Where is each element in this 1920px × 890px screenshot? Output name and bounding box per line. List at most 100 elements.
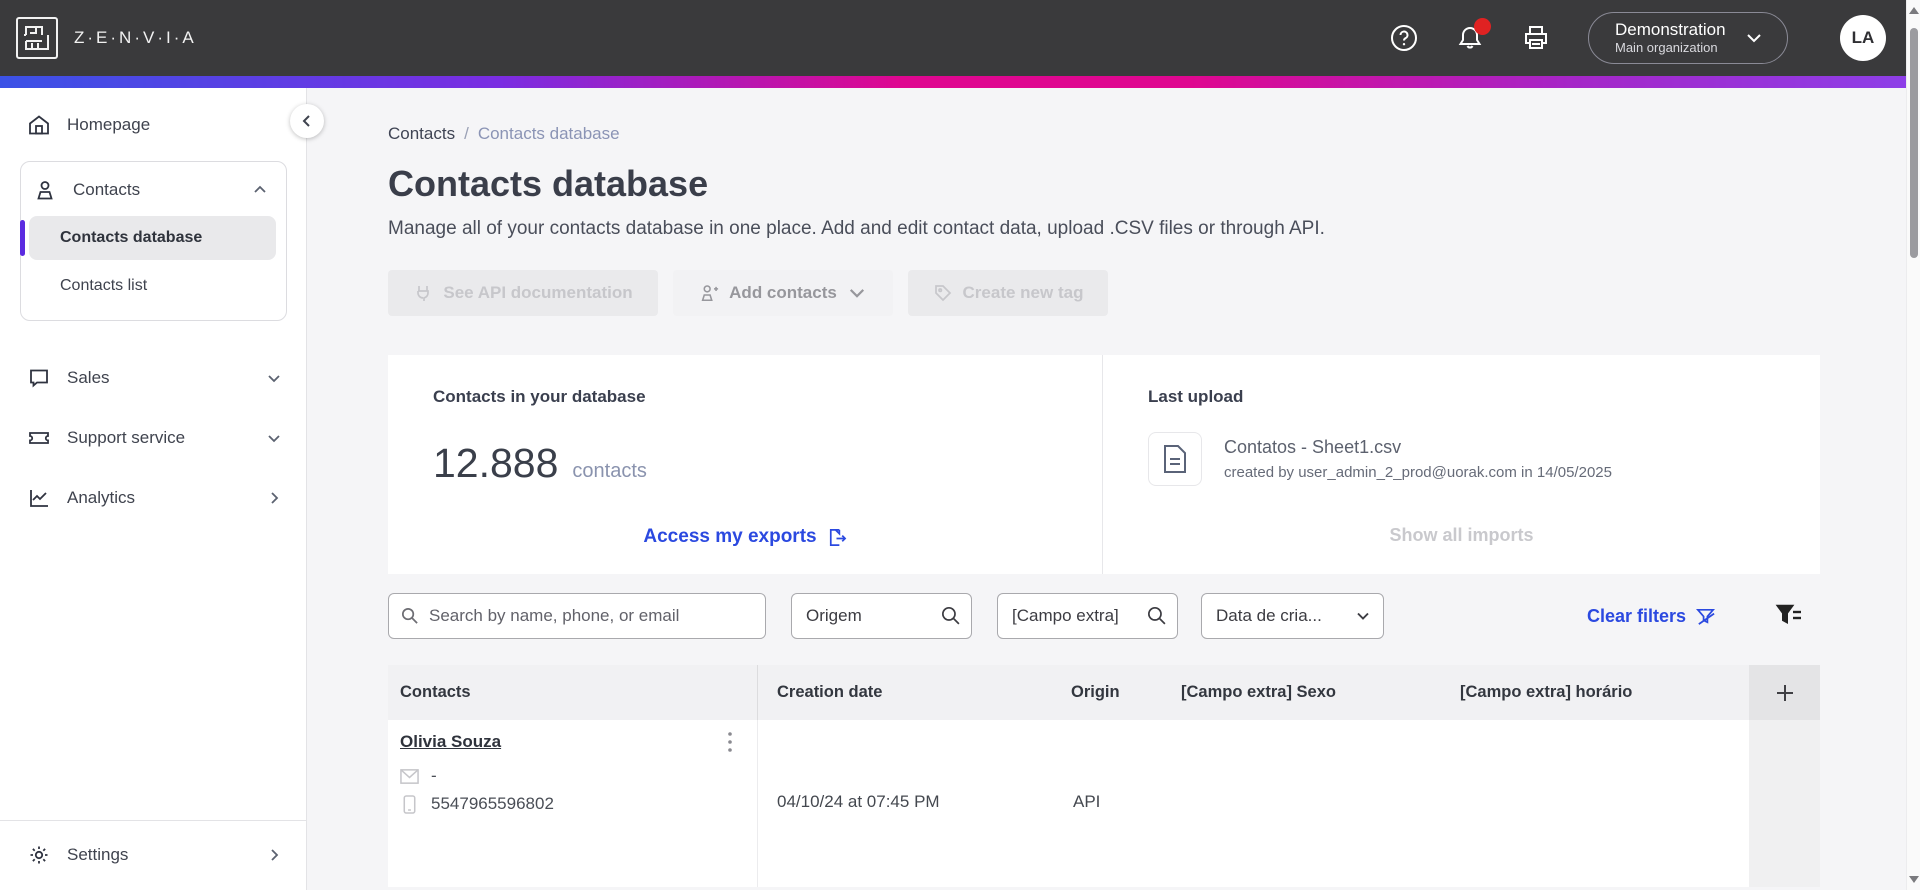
gear-icon — [30, 846, 48, 864]
sidebar-item-label: Sales — [67, 368, 110, 387]
analytics-icon — [30, 490, 48, 507]
sidebar-item-label: Contacts list — [60, 277, 148, 294]
zenvia-logo-icon — [16, 17, 58, 59]
chevron-down-icon — [849, 289, 864, 298]
breadcrumb-contacts-database[interactable]: Contacts database — [478, 124, 620, 144]
avatar[interactable]: LA — [1840, 15, 1886, 61]
sidebar-item-analytics[interactable]: Analytics — [0, 475, 306, 521]
plug-icon — [417, 286, 430, 301]
export-icon — [829, 528, 846, 546]
sidebar-item-contacts-database[interactable]: Contacts database — [20, 216, 276, 260]
row-menu-icon[interactable] — [721, 730, 739, 754]
sidebar-item-contacts[interactable]: Contacts — [21, 168, 286, 212]
brand-gradient-bar — [0, 76, 1920, 88]
sidebar-item-label: Contacts database — [60, 229, 203, 246]
user-plus-icon — [701, 285, 719, 302]
column-header-contacts: Contacts — [388, 665, 758, 720]
sidebar-item-support-service[interactable]: Support service — [0, 415, 306, 461]
search-icon — [941, 606, 960, 625]
clear-filters-link[interactable]: Clear filters — [1587, 606, 1716, 627]
upload-file-name: Contatos - Sheet1.csv — [1224, 437, 1402, 457]
chat-bubble-icon — [30, 369, 48, 388]
contacts-count-card: Contacts in your database 12.888 contact… — [388, 355, 1103, 574]
chevron-down-icon — [1746, 34, 1761, 43]
column-header-campo-extra-sexo: [Campo extra] Sexo — [1181, 683, 1336, 701]
org-name: Demonstration — [1615, 20, 1726, 39]
print-icon[interactable] — [1522, 24, 1550, 52]
see-api-documentation-button[interactable]: See API documentation — [388, 270, 658, 316]
add-contacts-button[interactable]: Add contacts — [673, 270, 893, 316]
active-item-indicator — [20, 220, 25, 256]
chevron-up-icon — [254, 185, 266, 193]
breadcrumb-contacts[interactable]: Contacts — [388, 124, 455, 144]
add-column-button[interactable] — [1749, 665, 1820, 720]
ticket-icon — [29, 432, 49, 444]
sidebar-item-label: Analytics — [67, 488, 136, 507]
creation-date-value: 04/10/24 at 07:45 PM — [777, 792, 940, 811]
filter-off-icon — [1695, 608, 1716, 625]
show-all-imports-button[interactable]: Show all imports — [1103, 525, 1820, 546]
summary-cards: Contacts in your database 12.888 contact… — [388, 355, 1820, 574]
sidebar-item-homepage[interactable]: Homepage — [0, 102, 306, 148]
page-scrollbar[interactable] — [1906, 0, 1920, 890]
notification-badge — [1474, 18, 1491, 35]
file-icon — [1148, 432, 1202, 486]
sidebar-item-contacts-list[interactable]: Contacts list — [29, 264, 276, 308]
table-row: Olivia Souza - 5547965596802 04/10/24 at… — [388, 720, 1820, 887]
access-my-exports-link[interactable]: Access my exports — [388, 526, 1102, 548]
chevron-right-icon — [271, 492, 279, 504]
column-header-origin: Origin — [1071, 683, 1120, 701]
origin-value: API — [1073, 792, 1101, 811]
contacts-group: Contacts Contacts database Contacts list — [20, 161, 287, 321]
last-upload-card: Last upload Contatos - Sheet1.csv create… — [1103, 355, 1820, 574]
filters-bar: Data de cria... Clear filters — [388, 593, 1820, 639]
column-header-campo-extra-horario: [Campo extra] horário — [1460, 683, 1633, 701]
tag-icon — [934, 285, 951, 302]
chevron-down-icon — [1357, 612, 1369, 620]
sidebar-item-label: Support service — [67, 428, 186, 447]
sidebar-collapse-button[interactable] — [290, 104, 324, 138]
table-header-row: Contacts Creation date Origin [Campo ext… — [388, 665, 1820, 720]
page-subtitle: Manage all of your contacts database in … — [388, 218, 1325, 239]
last-upload-title: Last upload — [1148, 387, 1244, 406]
notifications-icon[interactable] — [1456, 18, 1491, 52]
contacts-table: Contacts Creation date Origin [Campo ext… — [388, 665, 1820, 887]
mobile-phone-icon — [403, 794, 416, 814]
add-column-strip — [1749, 720, 1820, 887]
org-subtitle: Main organization — [1615, 40, 1718, 55]
create-new-tag-button[interactable]: Create new tag — [908, 270, 1108, 316]
column-header-creation-date: Creation date — [777, 683, 883, 701]
home-icon — [29, 115, 49, 135]
sidebar-item-settings[interactable]: Settings — [0, 832, 306, 878]
email-icon — [400, 768, 419, 784]
plus-icon — [1776, 684, 1793, 701]
action-buttons: See API documentation Add contacts Creat… — [388, 270, 1820, 316]
sidebar-item-sales[interactable]: Sales — [0, 355, 306, 401]
org-switcher[interactable]: Demonstration Main organization — [1588, 12, 1788, 64]
top-bar: Z·E·N·V·I·A Demonstration Main organizat… — [0, 0, 1920, 76]
breadcrumb: Contacts / Contacts database — [388, 124, 1820, 144]
contact-name-link[interactable]: Olivia Souza — [400, 732, 501, 752]
chevron-left-icon — [302, 115, 310, 127]
advanced-filter-icon[interactable] — [1774, 601, 1804, 631]
scroll-thumb[interactable] — [1910, 28, 1918, 258]
user-icon — [37, 181, 53, 200]
sidebar: Homepage Contacts Contacts database Cont… — [0, 88, 324, 890]
creation-date-filter[interactable]: Data de cria... — [1201, 593, 1384, 639]
breadcrumb-separator: / — [464, 124, 469, 143]
chevron-down-icon — [268, 375, 280, 383]
contacts-count-title: Contacts in your database — [433, 387, 646, 406]
chevron-down-icon — [268, 435, 280, 443]
upload-file-meta: created by user_admin_2_prod@uorak.com i… — [1224, 464, 1612, 481]
help-icon[interactable] — [1390, 24, 1418, 52]
contacts-count-unit: contacts — [572, 460, 647, 482]
sidebar-item-label: Homepage — [67, 115, 151, 134]
sidebar-item-label: Contacts — [73, 180, 141, 199]
contacts-count-value: 12.888 — [433, 440, 559, 486]
scroll-down-arrow[interactable] — [1909, 874, 1919, 884]
search-icon — [1147, 606, 1166, 625]
search-input[interactable] — [388, 593, 766, 639]
scroll-up-arrow[interactable] — [1909, 6, 1919, 16]
search-icon — [401, 607, 418, 624]
chevron-right-icon — [271, 849, 279, 861]
